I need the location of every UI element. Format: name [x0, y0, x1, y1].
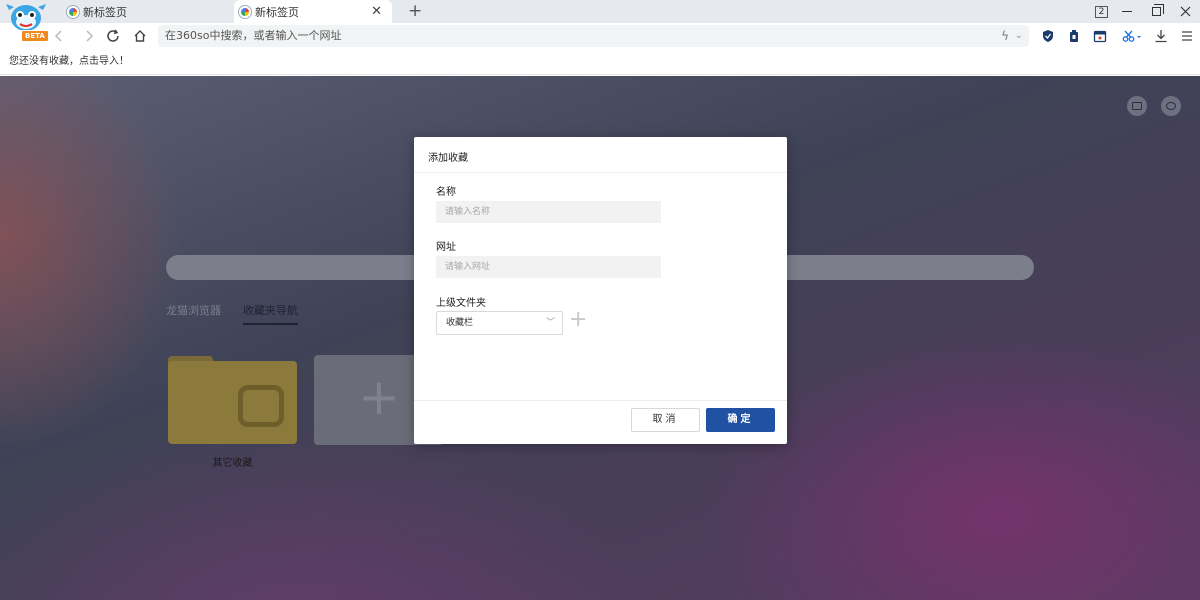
restore-icon [1152, 4, 1164, 16]
tab-title: 新标签页 [83, 5, 127, 19]
scissors-icon-glyph [1122, 30, 1141, 42]
skin-icon[interactable] [1161, 96, 1181, 116]
browser-logo[interactable]: BETA [4, 0, 49, 42]
add-bookmark-dialog: 添加收藏 名称 网址 上级文件夹 收藏栏 ﹀ + 取消 确定 [414, 137, 787, 444]
tab-close-icon[interactable]: ✕ [371, 4, 382, 19]
import-bookmarks-link[interactable]: 您还没有收藏，点击导入！ [9, 56, 129, 67]
divider [414, 172, 787, 173]
extension-icon[interactable] [1066, 28, 1082, 44]
folder-label: 其它收藏 [212, 458, 253, 469]
minimize-icon [1122, 11, 1132, 12]
calendar-icon[interactable] [1092, 28, 1108, 44]
dialog-title: 添加收藏 [428, 153, 468, 164]
new-tab-button[interactable]: + [408, 1, 422, 21]
reload-button[interactable] [104, 27, 122, 45]
address-bar[interactable]: 在360so中搜索，或者输入一个网址 ϟ ⌄ [158, 25, 1029, 47]
newtab-nav-tabs: 龙猫浏览器 收藏夹导航 [166, 302, 298, 325]
menu-icon[interactable] [1179, 28, 1195, 44]
shield-icon-glyph [1043, 30, 1053, 42]
restore-button[interactable] [1152, 0, 1164, 23]
tab-strip: BETA 新标签页 新标签页 ✕ + 2 [0, 0, 1200, 42]
browser-favicon-icon [67, 5, 79, 18]
tab-title: 新标签页 [255, 5, 299, 19]
lightning-icon[interactable]: ϟ [1001, 25, 1009, 47]
url-input[interactable] [436, 256, 661, 278]
tab-count: 2 [1095, 5, 1108, 18]
bookmark-bar: 您还没有收藏，点击导入！ [0, 50, 1200, 75]
window-close-button[interactable] [1180, 0, 1191, 23]
home-icon [134, 30, 146, 42]
tab-newtab-1[interactable]: 新标签页 [64, 0, 232, 23]
other-bookmarks-folder[interactable] [168, 356, 297, 444]
calendar-icon-glyph [1093, 30, 1107, 43]
folder-icon [168, 361, 297, 444]
confirm-button[interactable]: 确定 [706, 408, 775, 432]
message-icon[interactable] [1127, 96, 1147, 116]
name-label: 名称 [436, 187, 456, 198]
tab-count-button[interactable]: 2 [1095, 0, 1108, 23]
address-placeholder: 在360so中搜索，或者输入一个网址 [165, 29, 342, 42]
scissors-icon[interactable] [1120, 28, 1144, 44]
home-button[interactable] [131, 27, 149, 45]
url-label: 网址 [436, 242, 456, 253]
menu-icon-glyph [1182, 31, 1192, 41]
download-icon-glyph [1155, 30, 1167, 43]
tab-bookmark-nav[interactable]: 收藏夹导航 [243, 302, 298, 325]
tab-longmao-browser[interactable]: 龙猫浏览器 [166, 302, 221, 325]
cancel-button[interactable]: 取消 [631, 408, 700, 432]
download-icon[interactable] [1153, 28, 1169, 44]
add-folder-button[interactable]: + [569, 309, 587, 331]
parent-folder-value: 收藏栏 [446, 318, 474, 328]
reload-icon [107, 29, 119, 42]
close-icon [1180, 6, 1191, 17]
shield-icon[interactable] [1040, 28, 1056, 44]
extension-icon-glyph [1070, 30, 1078, 42]
arrow-left-icon [54, 30, 62, 42]
arrow-right-icon [86, 30, 94, 42]
chevron-down-icon: ﹀ [545, 318, 555, 328]
divider [414, 400, 787, 401]
navigation-bar: 在360so中搜索，或者输入一个网址 ϟ ⌄ [0, 23, 1200, 50]
parent-folder-label: 上级文件夹 [436, 298, 486, 309]
chevron-down-icon[interactable]: ⌄ [1015, 25, 1023, 47]
parent-folder-select[interactable]: 收藏栏 ﹀ [436, 311, 563, 335]
beta-badge: BETA [21, 30, 49, 42]
name-input[interactable] [436, 201, 661, 223]
minimize-button[interactable] [1122, 0, 1136, 23]
forward-button[interactable] [80, 27, 98, 45]
back-button[interactable] [50, 27, 68, 45]
tab-newtab-2-active[interactable]: 新标签页 ✕ [234, 0, 392, 23]
browser-favicon-icon [239, 5, 251, 18]
